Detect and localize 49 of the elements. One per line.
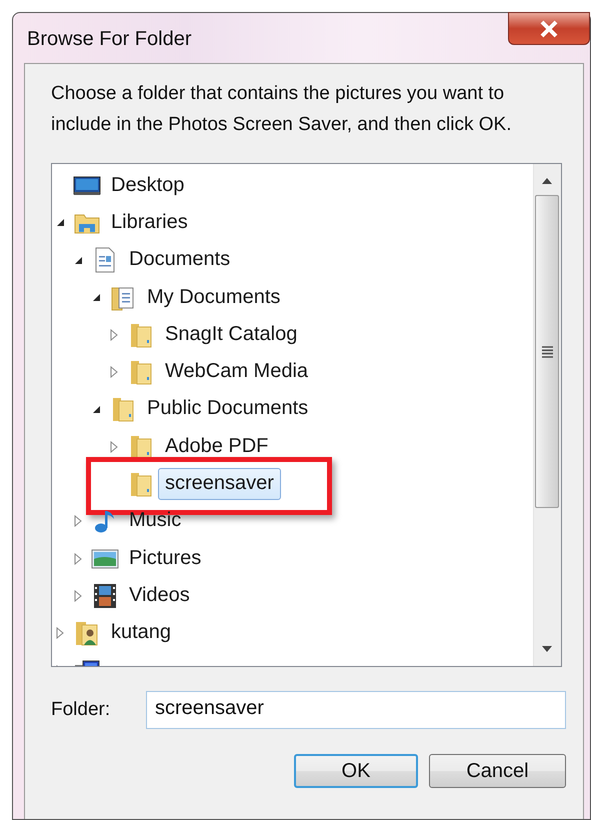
collapsed-arrow-icon[interactable]	[110, 366, 118, 378]
document-icon	[94, 247, 116, 274]
expanded-arrow-icon[interactable]	[56, 218, 65, 228]
collapsed-arrow-icon[interactable]	[110, 440, 118, 453]
collapsed-arrow-icon[interactable]	[74, 590, 82, 602]
film-strip-icon	[93, 582, 117, 609]
tree-item[interactable]: Desktop	[104, 170, 192, 202]
scroll-up-icon[interactable]	[542, 178, 552, 184]
expanded-arrow-icon[interactable]	[92, 293, 101, 302]
tree-item[interactable]: Adobe PDF	[158, 430, 276, 463]
ok-button[interactable]: OK	[294, 754, 418, 788]
collapsed-arrow-icon[interactable]	[56, 627, 64, 640]
expanded-arrow-icon[interactable]	[92, 404, 101, 414]
tree-item[interactable]: Libraries	[104, 206, 195, 239]
tree-item[interactable]: Music	[122, 505, 188, 538]
scroll-down-icon[interactable]	[542, 646, 552, 652]
tree-item[interactable]: SnagIt Catalog	[158, 318, 304, 351]
instruction-text: Choose a folder that contains the pictures you want to include in the Photos Screen Saver, and then click OK.	[51, 82, 512, 137]
tree-item[interactable]: WebCam Media	[158, 356, 316, 388]
tree-item[interactable]: Documents	[122, 244, 238, 276]
collapsed-arrow-icon[interactable]	[110, 328, 118, 341]
folder-icon	[111, 396, 135, 422]
folder-icon	[129, 322, 153, 348]
cancel-button[interactable]: Cancel	[429, 754, 566, 788]
document-folder-icon	[110, 284, 136, 311]
desktop-icon	[73, 174, 101, 197]
tree-item[interactable]: My Documents	[140, 282, 288, 314]
folder-field[interactable]: screensaver	[146, 691, 566, 729]
close-icon	[538, 20, 560, 38]
landscape-picture-icon	[91, 548, 119, 570]
tree-item[interactable]: Pictures	[122, 542, 208, 575]
tree-item[interactable]: Videos	[122, 580, 197, 612]
scrollbar[interactable]	[533, 164, 561, 666]
close-button[interactable]	[508, 12, 590, 45]
collapsed-arrow-icon[interactable]	[74, 552, 82, 565]
window-title: Browse For Folder	[27, 28, 192, 50]
folder-icon	[129, 471, 153, 498]
folder-label: Folder:	[51, 699, 112, 721]
user-folder-icon	[74, 620, 100, 646]
scrollbar-thumb[interactable]	[535, 195, 559, 508]
music-note-icon	[93, 508, 117, 534]
folder-icon	[129, 434, 153, 460]
folder-icon	[129, 359, 153, 386]
tree-item[interactable]: screensaver	[158, 468, 281, 500]
expanded-arrow-icon[interactable]	[74, 256, 83, 265]
collapsed-arrow-icon[interactable]	[74, 515, 82, 528]
grip-icon	[542, 346, 553, 358]
tree-item[interactable]: Public Documents	[140, 393, 316, 426]
tree-item[interactable]: kutang	[104, 617, 178, 650]
